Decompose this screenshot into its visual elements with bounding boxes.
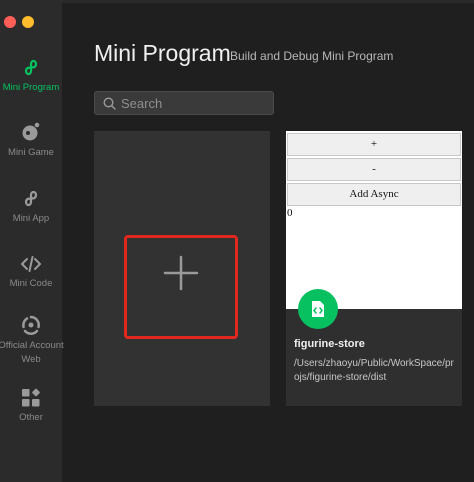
sidebar-item-label-line-2: Web	[21, 354, 41, 365]
sidebar-item-label: Mini Program	[2, 82, 60, 93]
page-title: Mini Program	[94, 40, 231, 66]
search-input[interactable]	[121, 94, 269, 112]
minimize-window-button[interactable]	[22, 16, 34, 28]
sidebar-item-label: Official Account	[0, 340, 64, 351]
sidebar-item-mini-program[interactable]: Mini Program	[0, 56, 62, 94]
sidebar-item-other[interactable]: Other	[0, 388, 62, 424]
preview-add-async-button[interactable]: Add Async	[287, 183, 461, 206]
preview-increment-button[interactable]: +	[287, 133, 461, 156]
plus-icon[interactable]	[161, 253, 201, 293]
sidebar-item-label: Mini Game	[8, 147, 54, 158]
preview-decrement-button[interactable]: -	[287, 158, 461, 181]
project-avatar	[298, 289, 338, 329]
mini-game-icon	[22, 122, 40, 141]
other-icon	[22, 388, 40, 407]
new-project-card[interactable]	[94, 131, 270, 406]
project-card[interactable]: + - Add Async 0 figurine-store /Users/zh…	[286, 131, 462, 406]
page-subtitle: Build and Debug Mini Program	[230, 49, 394, 63]
code-icon	[21, 256, 41, 272]
project-path: /Users/zhaoyu/Public/WorkSpace/projs/fig…	[294, 358, 454, 383]
sidebar-item-mini-app[interactable]: Mini App	[0, 187, 62, 225]
sidebar-item-mini-game[interactable]: Mini Game	[0, 121, 62, 159]
sidebar-item-label: Other	[19, 412, 43, 423]
close-window-button[interactable]	[4, 16, 16, 28]
main-panel: Mini Program Build and Debug Mini Progra…	[62, 0, 474, 482]
mini-app-icon	[24, 190, 38, 207]
sidebar-item-official-account[interactable]: Official Account Web	[0, 314, 64, 366]
sidebar-item-label: Mini App	[12, 213, 50, 224]
js-file-icon	[312, 301, 324, 317]
sidebar: Mini Program Mini Game Mini App Mini Cod…	[0, 0, 64, 482]
search-icon	[103, 97, 116, 110]
sidebar-item-label: Mini Code	[9, 278, 53, 289]
official-account-icon	[22, 315, 40, 335]
mini-program-icon	[24, 59, 38, 76]
search-box[interactable]	[94, 91, 274, 115]
preview-counter: 0	[287, 207, 293, 219]
project-preview: + - Add Async 0	[286, 131, 462, 309]
project-name: figurine-store	[294, 338, 365, 350]
sidebar-item-mini-code[interactable]: Mini Code	[0, 254, 62, 290]
